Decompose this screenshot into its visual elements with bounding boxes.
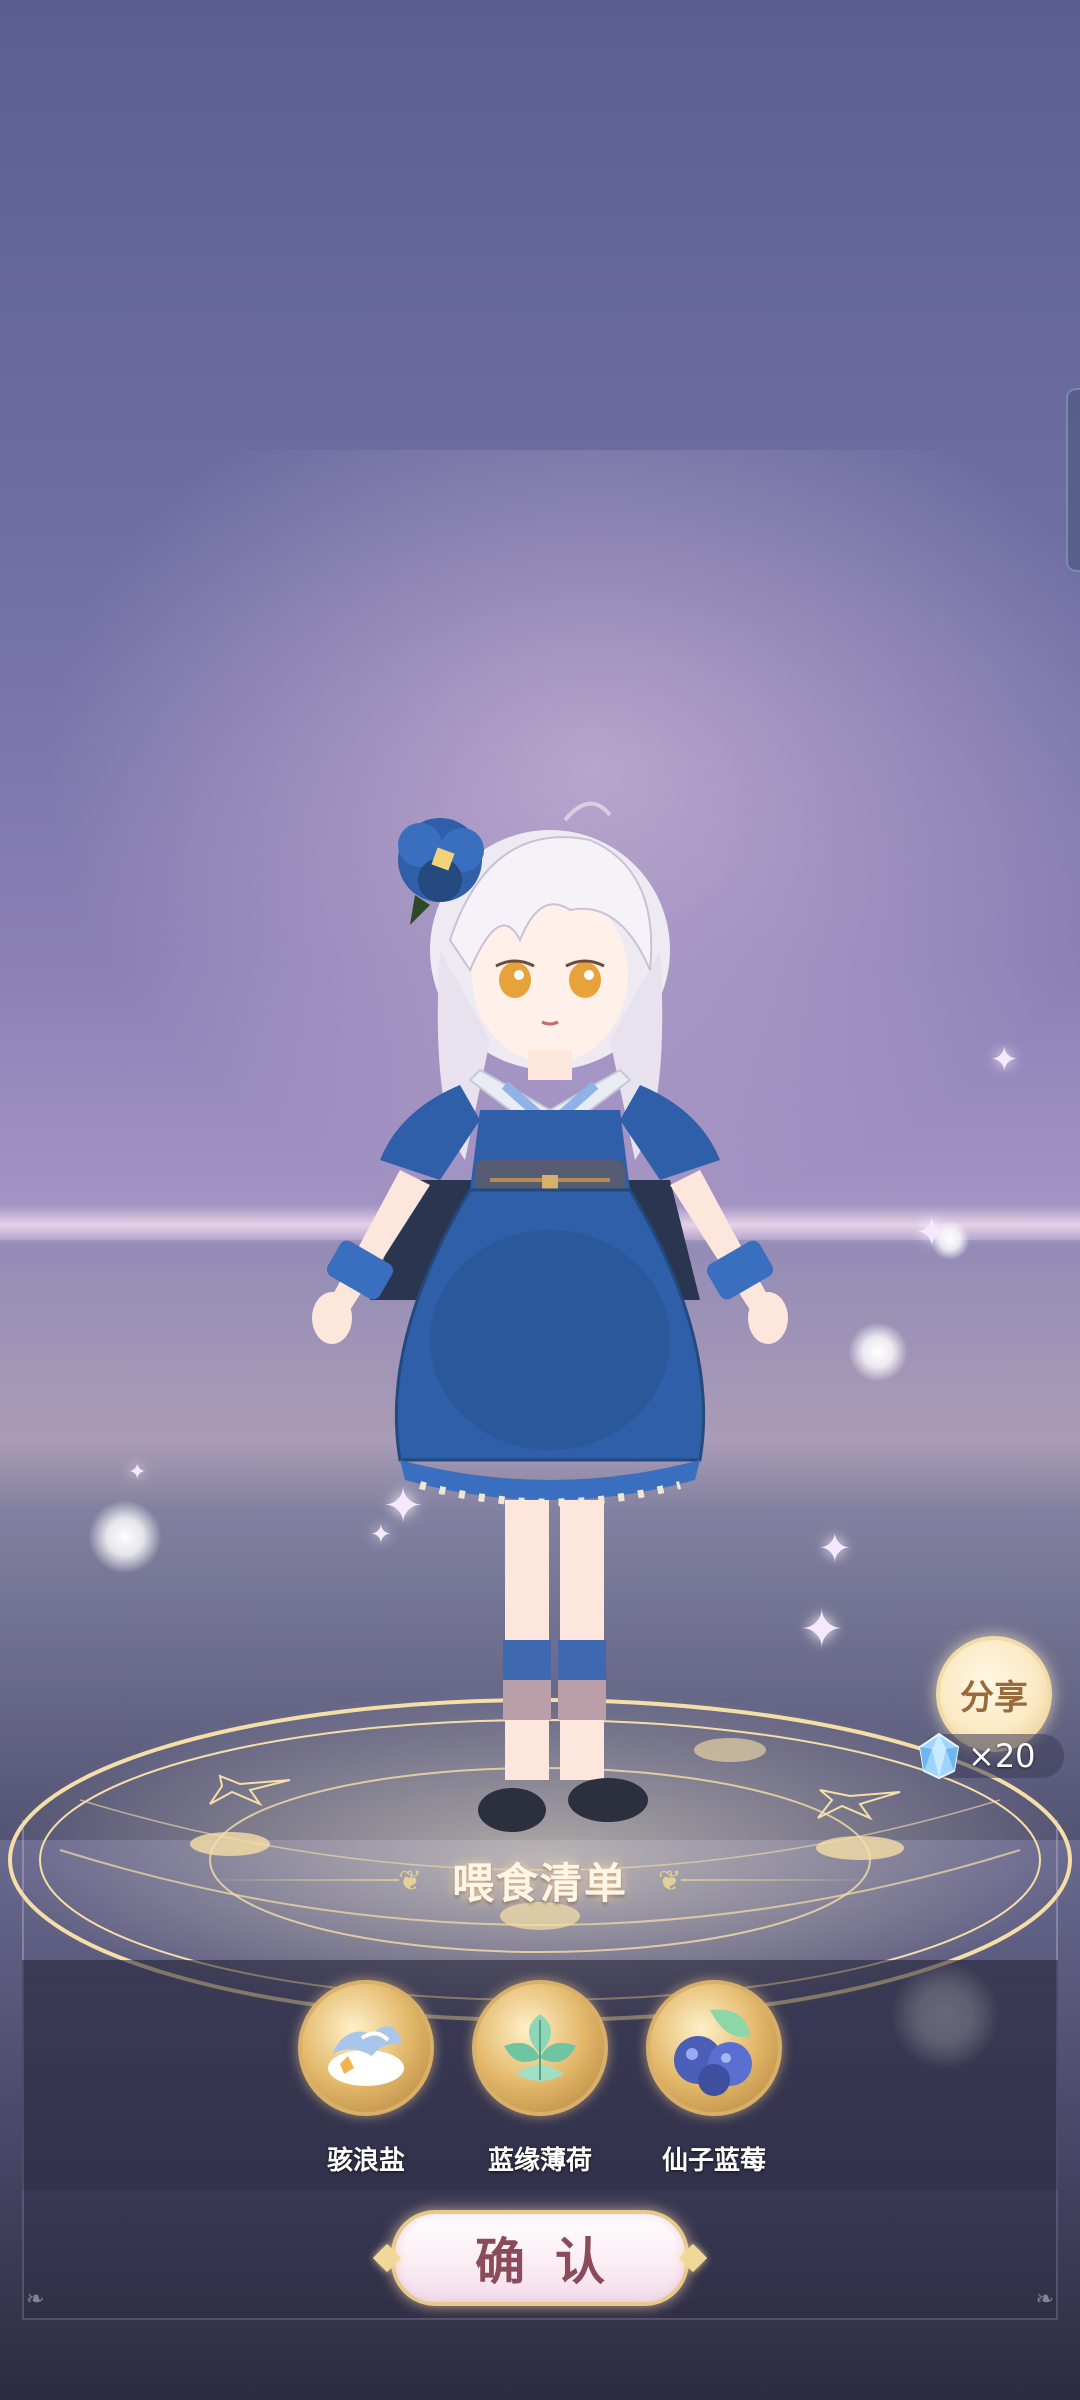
sparkle-icon: ✦ [915,1210,949,1256]
side-drawer-tab[interactable] [1066,388,1080,572]
sea-salt-icon [298,1980,434,2116]
title-divider-left [198,1879,399,1881]
confirm-row: 确认 [22,2210,1058,2306]
panel-header: ❦ 喂食清单 ❦ [22,1840,1058,1920]
feed-item-list: 骇浪盐 蓝缘薄荷 仙子蓝莓 [22,1980,1058,2177]
leaf-ornament-icon: ❦ [398,1863,422,1897]
reward-count: ×20 [968,1737,1036,1775]
leaf-ornament-icon: ❦ [658,1863,682,1897]
share-label: 分享 [960,1677,1028,1718]
light-orb [88,1500,162,1574]
feed-item-blueberry[interactable]: 仙子蓝莓 [644,1980,784,2177]
panel-title: 喂食清单 [451,1858,628,1908]
feed-item-mint[interactable]: 蓝缘薄荷 [470,1980,610,2177]
feed-item-label: 仙子蓝莓 [661,2146,766,2176]
sparkle-icon: ✦ [818,1526,852,1572]
share-reward: ×20 [918,1732,1064,1780]
confirm-button[interactable]: 确认 [391,2210,689,2306]
character-figure[interactable] [290,780,810,1840]
mint-icon [472,1980,608,2116]
sparkle-icon: ✦ [128,1460,147,1485]
blue-crystal-icon [918,1732,960,1780]
blueberry-icon [646,1980,782,2116]
corner-ornament-icon: ❧ [1035,2287,1054,2312]
corner-ornament-icon: ❧ [26,2287,45,2312]
feed-item-sea-salt[interactable]: 骇浪盐 [296,1980,436,2177]
title-divider-right [681,1879,882,1881]
feed-panel: ❦ 喂食清单 ❦ 骇浪盐 蓝缘薄荷 仙子蓝莓 确认 ❧ ❧ [22,1820,1058,2320]
sparkle-icon: ✦ [990,1040,1019,1080]
feed-item-label: 骇浪盐 [326,2146,405,2176]
light-orb [848,1322,908,1382]
feed-item-label: 蓝缘薄荷 [487,2146,592,2176]
game-scene: ✦ ✦ ✦ ✦ ✦ ✦ ✦ 分享 ×20 ❦ 喂食清单 ❦ 骇浪盐 蓝缘薄荷 仙… [0,0,1080,2400]
